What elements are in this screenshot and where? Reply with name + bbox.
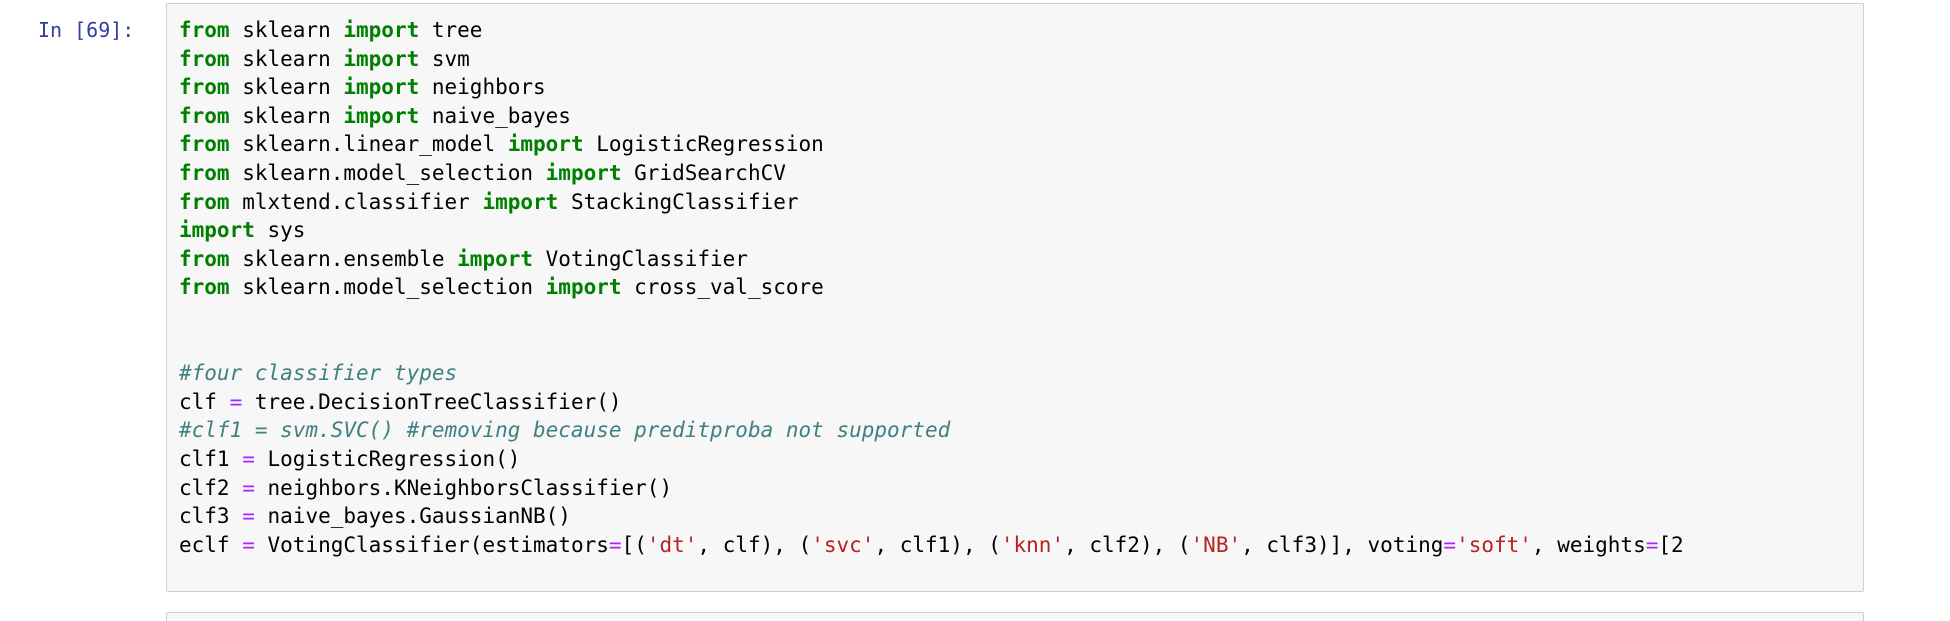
code-token: StackingClassifier	[558, 189, 799, 214]
code-token: naive_bayes.GaussianNB()	[254, 504, 571, 529]
code-token: sklearn	[229, 18, 344, 42]
operator-token: =	[242, 446, 255, 471]
code-token: clf	[179, 389, 230, 414]
keyword-token: import	[179, 218, 255, 243]
string-token: 'dt'	[646, 532, 698, 557]
keyword-token: import	[482, 189, 559, 214]
keyword-token: import	[343, 103, 420, 128]
operator-token: =	[242, 532, 255, 557]
operator-token: =	[608, 532, 622, 557]
code-token: , clf3)], voting	[1241, 532, 1444, 557]
code-line: from sklearn import svm	[179, 45, 1684, 74]
keyword-token: from	[179, 132, 230, 157]
string-token: 'knn'	[1000, 532, 1065, 557]
comment-token: #four classifier types	[179, 361, 458, 386]
code-line: #four classifier types	[179, 359, 1684, 388]
code-line: from sklearn import naive_bayes	[179, 102, 1684, 131]
keyword-token: import	[343, 75, 420, 100]
code-token: sklearn.model_selection	[229, 160, 546, 185]
string-token: 'NB'	[1190, 532, 1242, 557]
keyword-token: from	[179, 46, 230, 71]
code-token: sys	[254, 218, 306, 243]
string-token: 'svc'	[811, 532, 875, 557]
code-token: naive_bayes	[419, 103, 571, 128]
code-token: , clf1), (	[874, 532, 1001, 557]
code-token: clf2	[179, 475, 243, 500]
operator-token: =	[1443, 532, 1457, 557]
keyword-token: from	[179, 75, 230, 100]
code-line: clf2 = neighbors.KNeighborsClassifier()	[179, 474, 1684, 503]
code-token: LogisticRegression()	[254, 446, 521, 471]
code-token: VotingClassifier(estimators	[254, 532, 609, 557]
code-token: LogisticRegression	[583, 132, 824, 157]
keyword-token: import	[343, 46, 420, 71]
code-line: eclf = VotingClassifier(estimators=[('dt…	[179, 531, 1684, 560]
code-token: [2	[1658, 532, 1684, 557]
code-token: eclf	[179, 532, 243, 557]
code-line: from sklearn.ensemble import VotingClass…	[179, 245, 1684, 274]
code-editor[interactable]: from sklearn import tree from sklearn imp…	[166, 3, 1864, 592]
keyword-token: from	[179, 18, 230, 42]
code-token: sklearn	[229, 103, 344, 128]
code-line: from sklearn import neighbors	[179, 73, 1684, 102]
next-code-cell[interactable]	[166, 612, 1864, 621]
code-token: sklearn	[229, 46, 344, 71]
code-token: VotingClassifier	[533, 246, 748, 271]
keyword-token: from	[179, 103, 230, 128]
code-line: clf = tree.DecisionTreeClassifier()	[179, 388, 1684, 417]
keyword-token: import	[343, 18, 420, 42]
code-line: clf1 = LogisticRegression()	[179, 445, 1684, 474]
code-line: from mlxtend.classifier import StackingC…	[179, 188, 1684, 217]
operator-token: =	[229, 389, 243, 414]
code-token: sklearn.ensemble	[229, 246, 458, 271]
operator-token: =	[1645, 532, 1659, 557]
operator-token: =	[242, 475, 255, 500]
keyword-token: import	[457, 246, 534, 271]
code-line: clf3 = naive_bayes.GaussianNB()	[179, 502, 1684, 531]
keyword-token: import	[545, 160, 622, 185]
code-token: clf3	[179, 504, 243, 529]
code-token: neighbors	[419, 75, 546, 100]
code-token: clf1	[179, 446, 243, 471]
keyword-token: from	[179, 189, 230, 214]
keyword-token: import	[545, 275, 622, 300]
code-token: sklearn	[229, 75, 344, 100]
notebook: In [69]: from sklearn import tree from sk…	[0, 0, 1950, 621]
code-token: mlxtend.classifier	[229, 189, 483, 214]
code-token: , weights	[1531, 532, 1646, 557]
code-line: #clf1 = svm.SVC() #removing because pred…	[179, 416, 1684, 445]
keyword-token: import	[507, 132, 584, 157]
keyword-token: from	[179, 246, 230, 271]
code-token: neighbors.KNeighborsClassifier()	[254, 475, 673, 500]
code-token: , clf), (	[697, 532, 812, 557]
keyword-token: from	[179, 160, 230, 185]
code-line: from sklearn.linear_model import Logisti…	[179, 130, 1684, 159]
code-token: , clf2), (	[1064, 532, 1191, 557]
comment-token: #clf1 = svm.SVC() #removing because pred…	[179, 418, 951, 443]
code-token: svm	[419, 46, 470, 71]
code-line: from sklearn.model_selection import Grid…	[179, 159, 1684, 188]
code-token: sklearn.model_selection	[229, 275, 546, 300]
keyword-token: from	[179, 275, 230, 300]
code-token: [(	[621, 532, 647, 557]
operator-token: =	[242, 504, 255, 529]
string-token: 'soft'	[1456, 532, 1532, 557]
code-token: sklearn.linear_model	[229, 132, 508, 157]
code-cell[interactable]: In [69]: from sklearn import tree from sk…	[0, 0, 1950, 600]
code-token: tree.DecisionTreeClassifier()	[242, 389, 622, 414]
code-line: from sklearn import tree	[179, 16, 1684, 45]
code-line: from sklearn.model_selection import cros…	[179, 273, 1684, 302]
code-text[interactable]: from sklearn import tree from sklearn imp…	[179, 16, 1684, 559]
code-token: cross_val_score	[621, 275, 824, 300]
code-line: import sys	[179, 216, 1684, 245]
code-token: GridSearchCV	[621, 160, 786, 185]
code-token: tree	[419, 18, 483, 42]
input-prompt: In [69]:	[38, 18, 135, 42]
